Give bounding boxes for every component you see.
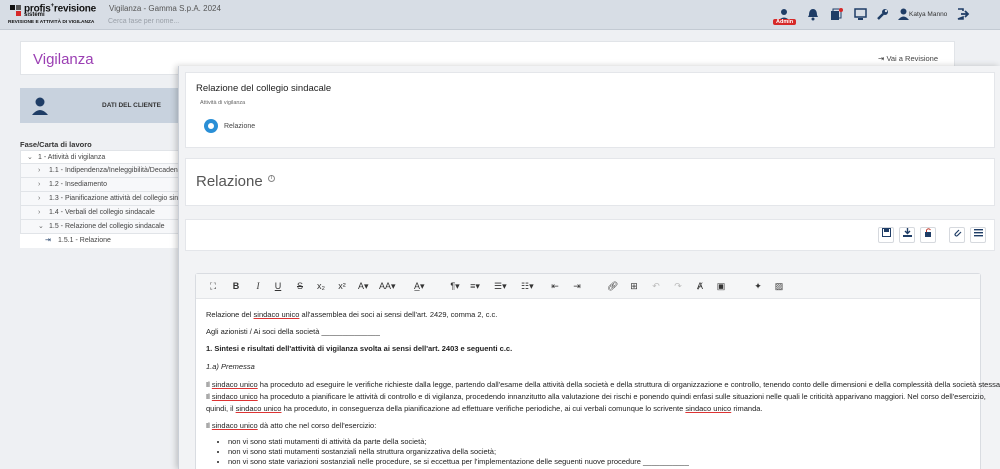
monitor-icon[interactable]	[853, 8, 867, 22]
chevron-right-icon[interactable]: ›	[38, 192, 40, 205]
font-size-icon[interactable]: AA▾	[379, 280, 396, 292]
doc-paragraph-3: quindi, il sindaco unico ha proceduto, i…	[206, 404, 763, 413]
dati-cliente-label: DATI DEL CLIENTE	[102, 102, 161, 109]
download-icon	[902, 228, 912, 237]
doc-bullet-list: non vi sono stati mutamenti di attività …	[228, 437, 689, 467]
font-color-icon[interactable]: A▾	[358, 280, 369, 292]
breadcrumb: Attività di vigilanza	[200, 100, 246, 106]
person-icon	[32, 97, 48, 115]
logo-tagline: REVISIONE E ATTIVITÀ DI VIGILANZA	[8, 20, 95, 25]
chevron-right-icon[interactable]: ›	[38, 206, 40, 219]
tree-item-relazione-collegio[interactable]: ⌄ 1.5 - Relazione del collegio sindacale	[20, 220, 180, 234]
tree-item-verbali[interactable]: › 1.4 - Verbali del collegio sindacale	[20, 206, 180, 220]
wrench-icon[interactable]	[875, 8, 889, 22]
redo-icon[interactable]: ↷	[673, 280, 683, 292]
vai-a-revisione-link[interactable]: ⇥ Vai a Revisione	[878, 54, 938, 63]
fullscreen-icon[interactable]: ⛶	[208, 280, 218, 292]
logo-mark-icon	[10, 5, 21, 16]
undo-icon[interactable]: ↶	[651, 280, 661, 292]
doc-line-1: Relazione del sindaco unico all'assemble…	[206, 310, 498, 319]
list-item: non vi sono stati mutamenti sostanziali …	[228, 447, 689, 457]
top-bar: profis+revisione sistemi REVISIONE E ATT…	[0, 0, 1000, 30]
user-name[interactable]: Katya Manno	[909, 11, 947, 18]
download-button[interactable]	[899, 227, 915, 243]
strikethrough-icon[interactable]: S	[295, 280, 305, 292]
ordered-list-icon[interactable]: ☰▾	[494, 280, 507, 292]
unlock-button[interactable]	[920, 227, 936, 243]
list-item: non vi sono state variazioni sostanziali…	[228, 457, 689, 467]
italic-icon[interactable]: I	[253, 280, 263, 292]
tree-item-attivita-vigilanza[interactable]: ⌄ 1 - Attività di vigilanza	[20, 150, 180, 164]
save-button[interactable]	[878, 227, 894, 243]
tree-item-indipendenza[interactable]: › 1.1 - Indipendenza/Ineleggibilità/Deca…	[20, 164, 180, 178]
phase-tree: ⌄ 1 - Attività di vigilanza › 1.1 - Indi…	[20, 150, 180, 248]
subscript-icon[interactable]: x₂	[316, 280, 326, 292]
doc-heading-1: 1. Sintesi e risultati dell'attività di …	[206, 344, 513, 353]
chevron-right-icon[interactable]: ›	[38, 178, 40, 191]
documents-alert-icon[interactable]	[829, 8, 843, 22]
tree-item-insediamento[interactable]: › 1.2 - Insediamento	[20, 178, 180, 192]
paragraph-icon[interactable]: ¶▾	[450, 280, 460, 292]
panel-title: Relazione del collegio sindacale	[196, 83, 332, 94]
logo-sub: sistemi	[24, 12, 45, 18]
section-heading-card: Relazione i	[185, 158, 995, 206]
save-icon	[881, 228, 891, 237]
doc-paragraph-1: Il sindaco unico ha proceduto ad eseguir…	[206, 380, 1000, 389]
superscript-icon[interactable]: x²	[337, 280, 347, 292]
sign-in-icon: ⇥	[45, 237, 51, 244]
doc-paragraph-2: Il sindaco unico ha proceduto a pianific…	[206, 392, 986, 401]
unordered-list-icon[interactable]: ☷▾	[521, 280, 534, 292]
select-all-icon[interactable]: ▣	[716, 280, 726, 292]
underline-icon[interactable]: U	[273, 280, 283, 292]
editor-toolbar: ⛶ B I U S x₂ x² A▾ AA▾ A̲▾ ¶▾ ≡▾ ☰▾ ☷▾ ⇤…	[196, 274, 980, 299]
tree-title: Fase/Carta di lavoro	[20, 140, 92, 149]
step-indicator-icon[interactable]	[204, 119, 218, 133]
info-icon[interactable]: i	[268, 175, 275, 182]
search-input[interactable]	[108, 16, 288, 27]
unlock-icon	[924, 228, 931, 237]
rich-text-editor[interactable]: ⛶ B I U S x₂ x² A▾ AA▾ A̲▾ ¶▾ ≡▾ ☰▾ ☷▾ ⇤…	[195, 273, 1000, 469]
action-bar	[185, 219, 995, 251]
paperclip-icon	[953, 229, 961, 237]
indent-icon[interactable]: ⇥	[572, 280, 582, 292]
doc-line-2: Agli azionisti / Ai soci della società _…	[206, 327, 380, 336]
align-icon[interactable]: ≡▾	[470, 280, 480, 292]
paint-format-icon[interactable]: A̲▾	[414, 280, 425, 292]
doc-paragraph-4: Il sindaco unico dà atto che nel corso d…	[206, 421, 377, 430]
doc-subheading: 1.a) Premessa	[206, 362, 255, 371]
user-icon[interactable]	[896, 8, 910, 22]
hamburger-icon	[973, 229, 983, 237]
clear-format-icon[interactable]: Ⱥ	[695, 280, 705, 292]
admin-badge: Admin	[773, 19, 797, 25]
image-icon[interactable]: ▨	[774, 280, 784, 292]
panel-header-section: Relazione del collegio sindacale Attivit…	[185, 72, 995, 148]
table-icon[interactable]: ⊞	[629, 280, 639, 292]
app-logo[interactable]: profis+revisione sistemi REVISIONE E ATT…	[8, 3, 98, 27]
bold-icon[interactable]: B	[231, 280, 241, 292]
section-heading: Relazione	[196, 173, 263, 190]
tree-item-relazione[interactable]: ⇥ 1.5.1 - Relazione	[20, 234, 180, 248]
link-icon[interactable]: 🔗︎	[607, 280, 618, 292]
tree-item-pianificazione[interactable]: › 1.3 - Pianificazione attività del coll…	[20, 192, 180, 206]
list-item: non vi sono stati mutamenti di attività …	[228, 437, 689, 447]
chevron-down-icon[interactable]: ⌄	[27, 151, 33, 163]
detail-panel: Relazione del collegio sindacale Attivit…	[178, 66, 1000, 469]
bell-icon[interactable]	[806, 8, 820, 22]
attachment-button[interactable]	[949, 227, 965, 243]
page-title: Vigilanza	[33, 51, 94, 68]
app-title: Vigilanza - Gamma S.p.A. 2024	[109, 4, 221, 13]
outdent-icon[interactable]: ⇤	[550, 280, 560, 292]
chevron-down-icon[interactable]: ⌄	[38, 220, 44, 233]
logout-icon[interactable]	[956, 8, 970, 22]
menu-button[interactable]	[970, 227, 986, 243]
dati-cliente-button[interactable]: DATI DEL CLIENTE	[20, 88, 180, 123]
sign-in-icon: ⇥	[878, 54, 885, 63]
step-label[interactable]: Relazione	[224, 123, 255, 130]
special-char-icon[interactable]: ✦	[753, 280, 763, 292]
chevron-right-icon[interactable]: ›	[38, 164, 40, 177]
